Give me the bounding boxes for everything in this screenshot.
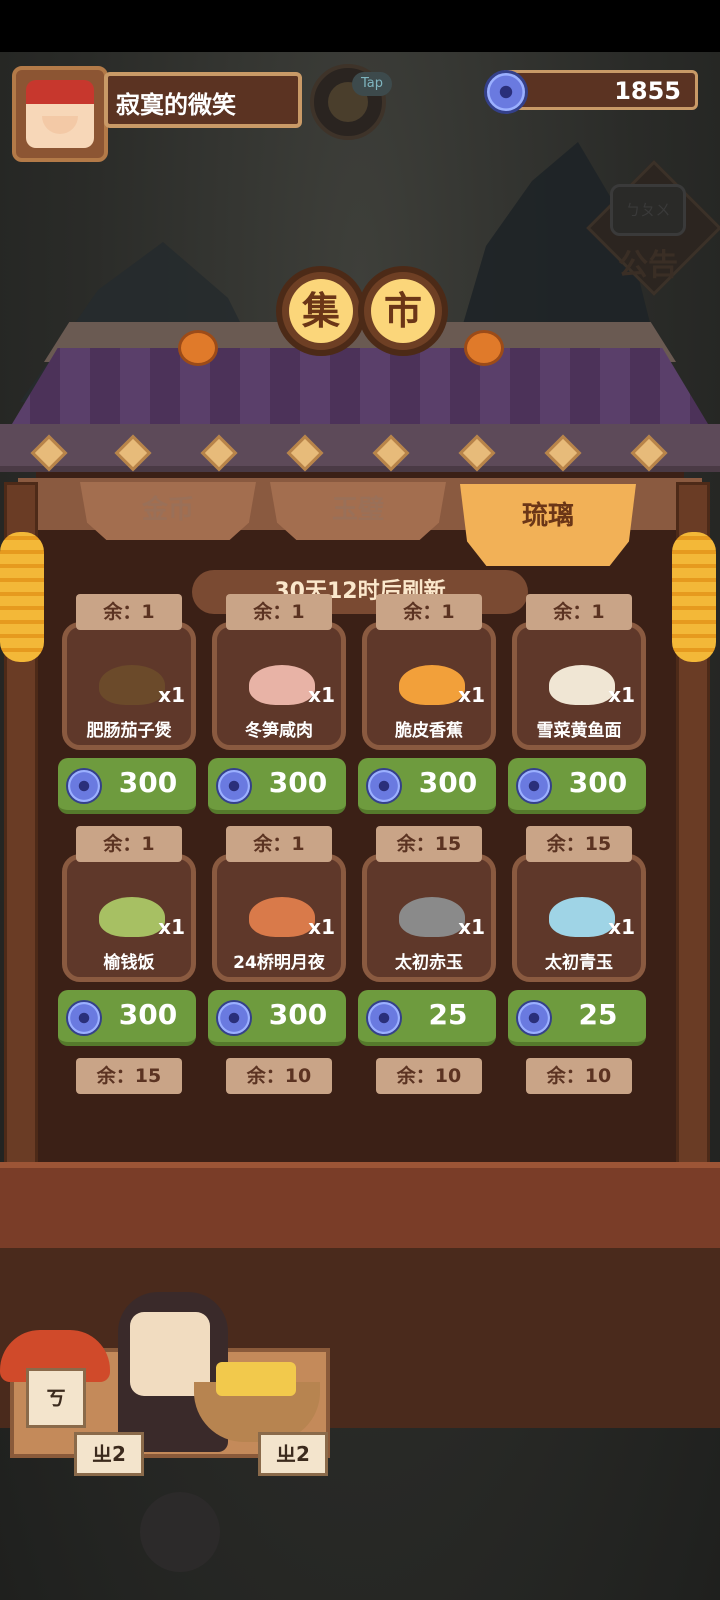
announcement-label: 公告 (618, 248, 678, 283)
cheese-item (216, 1362, 296, 1396)
status-bar (0, 0, 720, 52)
item-name: 太初青玉 (545, 953, 613, 973)
item-price: 300 (268, 766, 328, 799)
item-stock: 余：15 (376, 826, 482, 862)
glaze-gem-icon (216, 1000, 252, 1036)
price-sign: ㄓ2 (74, 1432, 144, 1476)
item-card[interactable]: x1 太初青玉 (512, 854, 646, 982)
buy-button[interactable]: 300 (508, 758, 646, 814)
game-scene: 寂寞的微笑 Tap 1855 ㄅㄆㄨ 公告 集 市 金币 玉璧 琉璃 30天12… (0, 52, 720, 1600)
item-stock: 余：1 (526, 594, 632, 630)
item-stock: 余：1 (376, 594, 482, 630)
price-sign: ㄓ2 (258, 1432, 328, 1476)
item-price: 25 (428, 998, 468, 1031)
persimmon-decoration (178, 330, 218, 366)
stall-counter (0, 1162, 720, 1248)
food-icon (549, 665, 615, 705)
market-title-coin: 市 (358, 266, 448, 356)
item-card[interactable]: x1 肥肠茄子煲 (62, 622, 196, 750)
item-name: 肥肠茄子煲 (86, 721, 172, 741)
item-quantity: x1 (608, 915, 635, 939)
item-name: 24桥明月夜 (233, 953, 325, 973)
item-stock: 余：15 (526, 826, 632, 862)
food-icon (99, 897, 165, 937)
glaze-currency-bar: 1855 (500, 70, 698, 110)
buy-button[interactable]: 300 (208, 758, 346, 814)
persimmon-decoration (464, 330, 504, 366)
food-icon (249, 665, 315, 705)
item-name: 脆皮香蕉 (395, 721, 463, 741)
glaze-gem-icon (516, 768, 552, 804)
item-quantity: x1 (158, 683, 185, 707)
glaze-gem-icon (484, 70, 528, 114)
glaze-gem-icon (366, 1000, 402, 1036)
buy-button[interactable]: 25 (508, 990, 646, 1046)
item-stock: 余：1 (226, 826, 332, 862)
item-quantity: x1 (308, 683, 335, 707)
item-name: 冬笋咸肉 (245, 721, 313, 741)
glaze-gem-icon (66, 768, 102, 804)
item-price: 25 (578, 998, 618, 1031)
roof-band (0, 424, 720, 472)
tab-jade-bi[interactable]: 玉璧 (270, 482, 446, 540)
glaze-gem-icon (66, 1000, 102, 1036)
item-card[interactable]: x1 榆钱饭 (62, 854, 196, 982)
food-icon (399, 897, 465, 937)
item-price: 300 (268, 998, 328, 1031)
item-card[interactable]: x1 太初赤玉 (362, 854, 496, 982)
buy-button[interactable]: 300 (358, 758, 496, 814)
chick-character (140, 1492, 220, 1572)
currency-amount: 1855 (614, 77, 681, 105)
announcement-bubble: ㄅㄆㄨ (610, 184, 686, 236)
item-quantity: x1 (458, 915, 485, 939)
corn-decoration (0, 532, 44, 662)
item-stock: 余：10 (226, 1058, 332, 1094)
glaze-gem-icon (216, 768, 252, 804)
player-name: 寂寞的微笑 (116, 91, 236, 119)
item-quantity: x1 (608, 683, 635, 707)
tab-gold-coin[interactable]: 金币 (80, 482, 256, 540)
item-name: 太初赤玉 (395, 953, 463, 973)
item-quantity: x1 (158, 915, 185, 939)
food-icon (549, 897, 615, 937)
item-stock: 余：1 (226, 594, 332, 630)
glaze-gem-icon (516, 1000, 552, 1036)
buy-button[interactable]: 300 (58, 990, 196, 1046)
announcement-button[interactable]: ㄅㄆㄨ 公告 (586, 160, 720, 322)
food-icon (249, 897, 315, 937)
buy-button[interactable]: 300 (58, 758, 196, 814)
market-title-coin: 集 (276, 266, 366, 356)
tap-badge: Tap (352, 72, 392, 96)
item-price: 300 (418, 766, 478, 799)
buy-button[interactable]: 25 (358, 990, 496, 1046)
glaze-gem-icon (366, 768, 402, 804)
item-card[interactable]: x1 冬笋咸肉 (212, 622, 346, 750)
player-name-box[interactable]: 寂寞的微笑 (104, 72, 302, 128)
shelf-tag: ㄎ (26, 1368, 86, 1428)
item-quantity: x1 (458, 683, 485, 707)
player-avatar[interactable] (12, 66, 108, 162)
market-title-char: 集 (289, 279, 353, 343)
item-price: 300 (568, 766, 628, 799)
item-quantity: x1 (308, 915, 335, 939)
item-card[interactable]: x1 24桥明月夜 (212, 854, 346, 982)
item-stock: 余：1 (76, 826, 182, 862)
tab-glaze[interactable]: 琉璃 (460, 484, 636, 566)
item-stock: 余：10 (376, 1058, 482, 1094)
item-stock: 余：10 (526, 1058, 632, 1094)
item-stock: 余：15 (76, 1058, 182, 1094)
buy-button[interactable]: 300 (208, 990, 346, 1046)
market-title-char: 市 (371, 279, 435, 343)
tap-button[interactable]: Tap (310, 64, 392, 140)
item-stock: 余：1 (76, 594, 182, 630)
corn-decoration (672, 532, 716, 662)
item-card[interactable]: x1 脆皮香蕉 (362, 622, 496, 750)
item-price: 300 (118, 766, 178, 799)
item-name: 雪菜黄鱼面 (536, 721, 622, 741)
item-name: 榆钱饭 (103, 953, 155, 973)
item-card[interactable]: x1 雪菜黄鱼面 (512, 622, 646, 750)
item-price: 300 (118, 998, 178, 1031)
food-icon (99, 665, 165, 705)
food-icon (399, 665, 465, 705)
